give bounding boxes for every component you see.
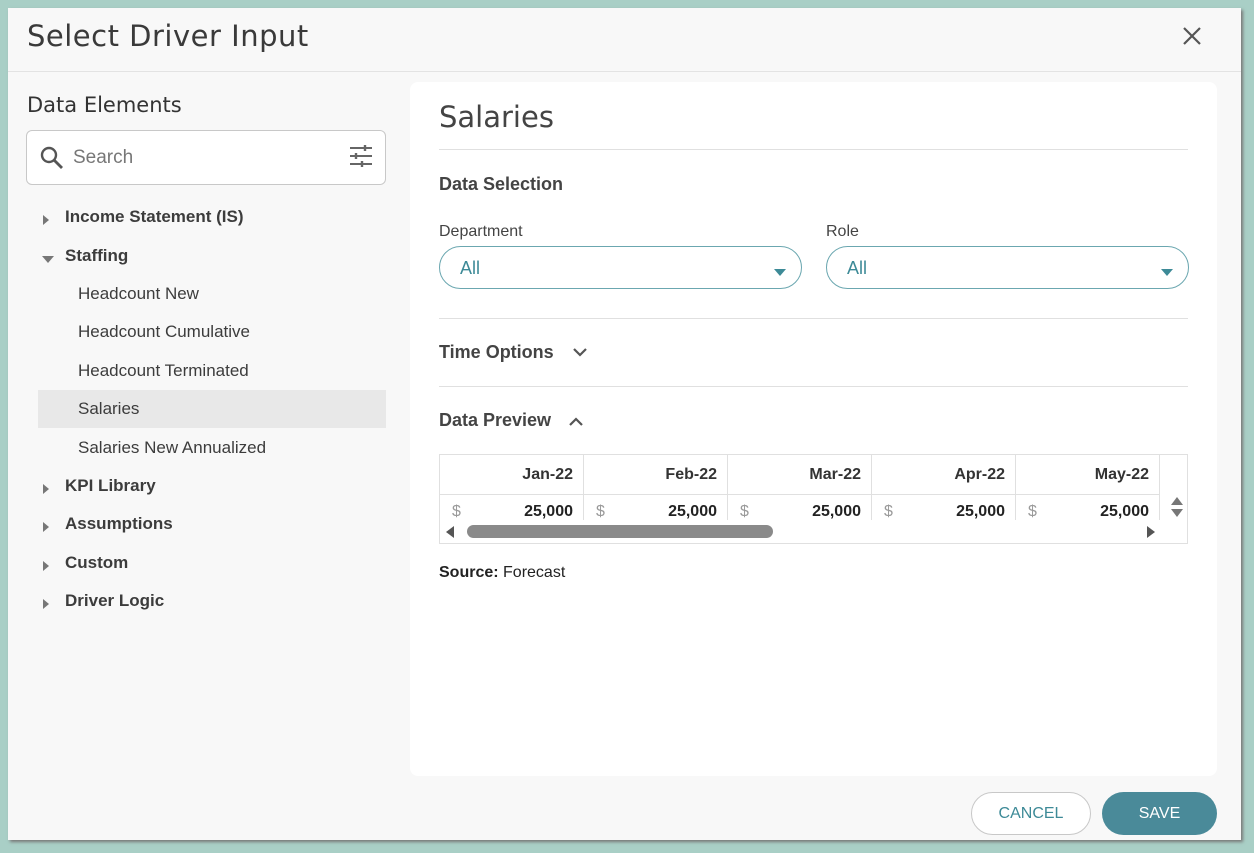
- tree-item-label: Headcount Cumulative: [78, 322, 250, 342]
- column-header-label: Feb-22: [665, 466, 717, 483]
- department-select[interactable]: All: [439, 246, 802, 289]
- data-preview-heading[interactable]: Data Preview: [439, 410, 551, 431]
- panel-title: Salaries: [439, 100, 554, 134]
- tree-item-kpi-library[interactable]: KPI Library: [38, 467, 386, 505]
- tree-item-label: Assumptions: [65, 514, 173, 534]
- tree-item-headcount-terminated[interactable]: Headcount Terminated: [38, 352, 386, 390]
- search-box: [26, 130, 386, 185]
- role-label: Role: [826, 223, 859, 240]
- role-select-value: All: [847, 258, 868, 278]
- column-header-label: Jan-22: [522, 466, 573, 483]
- caret-right-icon: [41, 595, 51, 615]
- caret-right-icon: [41, 211, 51, 231]
- divider: [439, 318, 1188, 319]
- time-options-heading[interactable]: Time Options: [439, 342, 554, 363]
- horizontal-scroll-thumb[interactable]: [467, 525, 773, 538]
- grid-cell: $25,000: [872, 495, 1016, 520]
- vertical-scrollbar[interactable]: [1168, 495, 1186, 520]
- chevron-up-icon[interactable]: [568, 414, 584, 432]
- data-selection-heading: Data Selection: [439, 174, 564, 194]
- scroll-left-arrow-icon[interactable]: [445, 525, 455, 543]
- caret-right-icon: [41, 518, 51, 538]
- tree-item-label: Staffing: [65, 245, 129, 265]
- tree-item-salaries[interactable]: Salaries: [38, 389, 386, 429]
- currency-symbol: $: [740, 503, 749, 520]
- tree-item-salaries-new-annualized[interactable]: Salaries New Annualized: [38, 428, 386, 466]
- tree-item-label: Headcount Terminated: [78, 360, 249, 380]
- data-elements-heading: Data Elements: [27, 93, 182, 117]
- currency-symbol: $: [452, 503, 461, 520]
- chevron-down-icon[interactable]: [572, 346, 588, 364]
- column-header-label: Mar-22: [809, 466, 861, 483]
- cell-value: 25,000: [956, 503, 1005, 520]
- tree-item-label: Driver Logic: [65, 591, 165, 611]
- tree-item-income-statement[interactable]: Income Statement (IS): [38, 198, 386, 236]
- search-input[interactable]: [73, 143, 333, 173]
- select-driver-input-dialog: Select Driver Input Data Elements Income…: [8, 8, 1241, 840]
- column-header-label: Apr-22: [954, 466, 1005, 483]
- column-header-label: May-22: [1094, 466, 1149, 483]
- grid-header-row: Jan-22 Feb-22 Mar-22 Apr-22 May-22: [440, 455, 1160, 495]
- column-header: Jan-22: [440, 455, 584, 495]
- grid-cell: $25,000: [584, 495, 728, 520]
- currency-symbol: $: [884, 503, 893, 520]
- source-label: Source:: [439, 564, 499, 581]
- dialog-header: Select Driver Input: [8, 8, 1241, 72]
- tree-item-label: Income Statement (IS): [65, 207, 244, 227]
- caret-right-icon: [41, 480, 51, 500]
- data-preview-grid: Jan-22 Feb-22 Mar-22 Apr-22 May-22 $25,0…: [439, 454, 1188, 544]
- grid-cell: $25,000: [440, 495, 584, 520]
- column-header: May-22: [1016, 455, 1160, 495]
- tree-item-headcount-cumulative[interactable]: Headcount Cumulative: [38, 313, 386, 351]
- detail-panel: Salaries Data Selection Department All R…: [410, 82, 1217, 776]
- close-icon[interactable]: [1180, 24, 1204, 48]
- divider: [439, 149, 1188, 150]
- cell-value: 25,000: [524, 503, 573, 520]
- caret-down-icon: [41, 249, 55, 269]
- currency-symbol: $: [596, 503, 605, 520]
- divider: [439, 386, 1188, 387]
- search-icon: [39, 145, 65, 176]
- cell-value: 25,000: [668, 503, 717, 520]
- tree-item-label: Headcount New: [78, 283, 199, 303]
- tree-item-custom[interactable]: Custom: [38, 544, 386, 582]
- column-header: Apr-22: [872, 455, 1016, 495]
- tree-item-driver-logic[interactable]: Driver Logic: [38, 582, 386, 620]
- tree-item-label: Salaries New Annualized: [78, 437, 267, 457]
- column-header: Feb-22: [584, 455, 728, 495]
- chevron-down-icon: [1161, 264, 1173, 282]
- tree-item-label: KPI Library: [65, 475, 156, 495]
- caret-right-icon: [41, 557, 51, 577]
- filter-sliders-icon[interactable]: [348, 143, 374, 174]
- horizontal-scrollbar[interactable]: [440, 521, 1187, 543]
- cell-value: 25,000: [1100, 503, 1149, 520]
- cell-value: 25,000: [812, 503, 861, 520]
- tree-item-label: Salaries: [78, 399, 140, 419]
- chevron-down-icon: [774, 264, 786, 282]
- tree-item-staffing[interactable]: Staffing: [38, 236, 386, 274]
- department-label: Department: [439, 223, 523, 240]
- cancel-button[interactable]: CANCEL: [971, 792, 1091, 835]
- source-line: Source: Forecast: [439, 564, 565, 582]
- data-elements-tree: Income Statement (IS) Staffing Headcount…: [38, 198, 386, 620]
- source-value: Forecast: [503, 564, 566, 581]
- tree-item-headcount-new[interactable]: Headcount New: [38, 275, 386, 313]
- tree-item-label: Custom: [65, 552, 129, 572]
- save-button[interactable]: SAVE: [1102, 792, 1217, 835]
- tree-item-assumptions[interactable]: Assumptions: [38, 505, 386, 543]
- dialog-title: Select Driver Input: [27, 19, 309, 53]
- role-select[interactable]: All: [826, 246, 1189, 289]
- department-select-value: All: [460, 258, 481, 278]
- grid-cell: $25,000: [728, 495, 872, 520]
- scroll-right-arrow-icon[interactable]: [1146, 525, 1156, 543]
- currency-symbol: $: [1028, 503, 1037, 520]
- column-header: Mar-22: [728, 455, 872, 495]
- grid-cell: $25,000: [1016, 495, 1160, 520]
